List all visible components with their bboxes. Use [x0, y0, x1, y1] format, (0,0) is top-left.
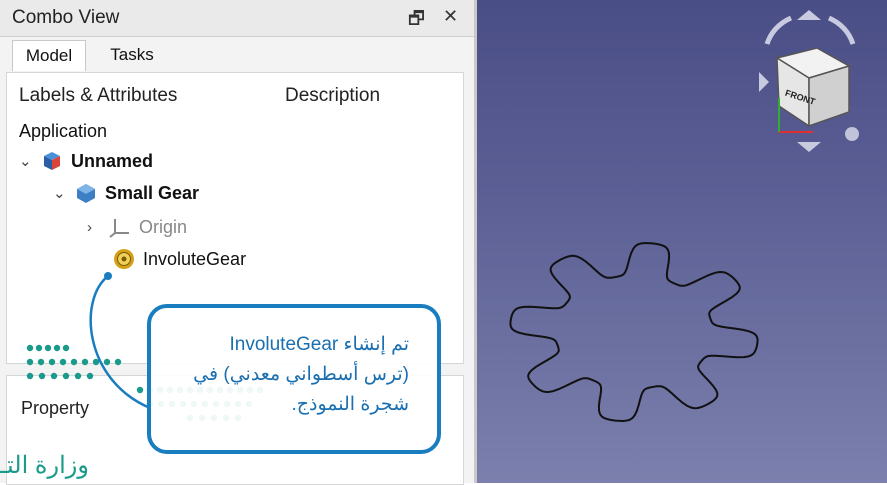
logo-dot [114, 358, 122, 366]
callout-box: تم إنشاء InvoluteGear (ترس أسطواني معدني… [147, 304, 441, 454]
logo-dot [81, 358, 89, 366]
callout-line-3: شجرة النموذج. [291, 394, 409, 415]
callout-line-2: (ترس أسطواني معدني) في [193, 364, 409, 385]
logo-dot [103, 358, 111, 366]
logo-dot [92, 358, 100, 366]
decorative-overlay [26, 272, 264, 422]
logo-dot [26, 372, 34, 380]
logo-dot [62, 372, 70, 380]
callout-line-1: تم إنشاء InvoluteGear [229, 334, 409, 355]
callout-connector-dot [104, 272, 112, 280]
logo-dot [35, 344, 43, 352]
logo-dot [50, 372, 58, 380]
logo-dot [86, 372, 94, 380]
logo-dot [70, 358, 78, 366]
logo-dot [59, 358, 67, 366]
ministry-logo-text: وزارة التـ [0, 452, 89, 479]
logo-dot [26, 358, 34, 366]
logo-dot [26, 344, 34, 352]
logo-dot [53, 344, 61, 352]
logo-dot [62, 344, 70, 352]
logo-dot [38, 372, 46, 380]
logo-dot [48, 358, 56, 366]
logo-dot [74, 372, 82, 380]
logo-dot [37, 358, 45, 366]
callout-text: تم إنشاء InvoluteGear (ترس أسطواني معدني… [159, 330, 409, 420]
logo-dot [44, 344, 52, 352]
logo-dot [136, 386, 144, 394]
